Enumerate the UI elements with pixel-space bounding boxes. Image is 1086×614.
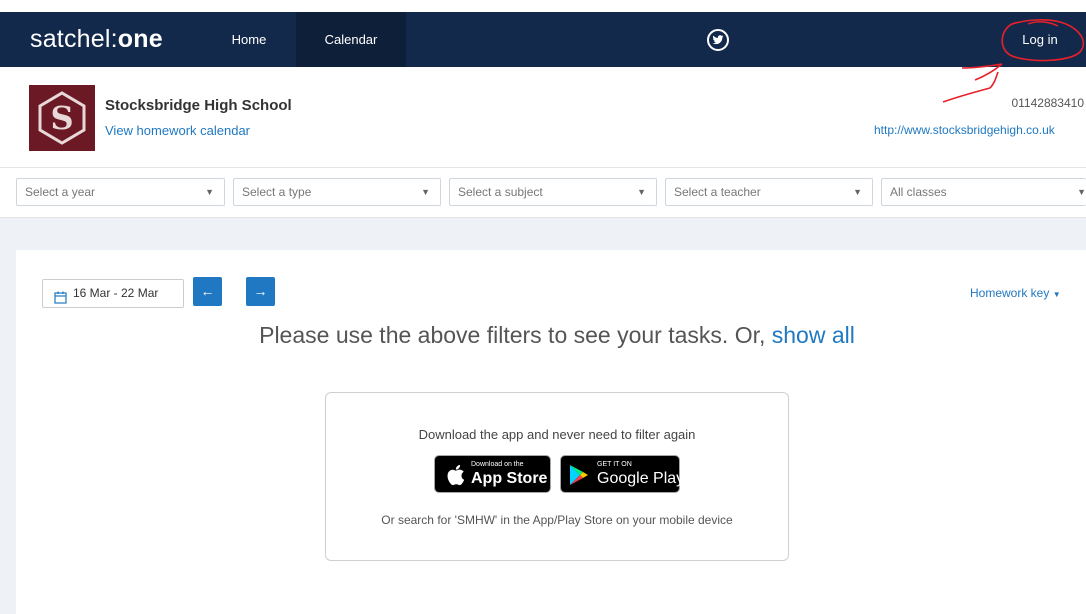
homework-key-label: Homework key [970,286,1050,300]
subject-select[interactable]: Select a subject ▼ [449,178,657,206]
nav-home[interactable]: Home [210,12,288,67]
nav-calendar[interactable]: Calendar [296,12,406,67]
teacher-select-label: Select a teacher [674,185,761,199]
next-week-button[interactable]: → [246,277,275,306]
google-play-badge[interactable]: GET IT ON Google Play [560,455,684,493]
twitter-icon[interactable] [707,29,729,51]
apple-icon [447,464,465,486]
brand-bold: one [117,25,163,53]
filter-prompt: Please use the above filters to see your… [0,322,1086,349]
calendar-icon [54,287,67,314]
view-homework-calendar-link[interactable]: View homework calendar [105,123,250,138]
brand-plain: satchel: [30,25,118,53]
school-header: S Stocksbridge High School View homework… [0,67,1086,168]
classes-select-label: All classes [890,185,947,199]
caret-down-icon: ▼ [1052,290,1061,299]
filter-prompt-text: Please use the above filters to see your… [259,322,766,348]
app-store-big-text: App Store [471,470,548,487]
school-logo: S [29,85,95,151]
subject-select-label: Select a subject [458,185,543,199]
chevron-down-icon: ▼ [421,187,430,197]
year-select[interactable]: Select a year ▼ [16,178,225,206]
google-play-small-text: GET IT ON [597,461,632,468]
top-nav [0,12,1086,67]
school-name: Stocksbridge High School [105,97,292,114]
google-play-big-text: Google Play [597,470,685,487]
date-range-label: 16 Mar - 22 Mar [73,286,159,300]
brand-logo[interactable]: satchel:one [30,24,163,54]
previous-week-button[interactable]: ← [193,277,222,306]
app-promo-card: Download the app and never need to filte… [325,392,789,561]
type-select[interactable]: Select a type ▼ [233,178,441,206]
show-all-link[interactable]: show all [772,322,855,348]
school-website-link[interactable]: http://www.stocksbridgehigh.co.uk [874,123,1055,137]
google-play-icon [570,465,588,485]
date-range-picker[interactable]: 16 Mar - 22 Mar [42,279,184,308]
top-strip [0,0,1086,12]
chevron-down-icon: ▼ [853,187,862,197]
chevron-down-icon: ▼ [637,187,646,197]
classes-select[interactable]: All classes ▼ [881,178,1086,206]
teacher-select[interactable]: Select a teacher ▼ [665,178,873,206]
year-select-label: Select a year [25,185,96,199]
arrow-right-icon: → [253,283,268,299]
svg-text:S: S [50,99,73,137]
type-select-label: Select a type [242,185,312,199]
app-store-badge[interactable]: Download on the App Store [434,455,551,493]
app-store-small-text: Download on the [471,461,524,468]
school-phone: 01142883410 [1011,96,1084,110]
homework-key-dropdown[interactable]: Homework key ▼ [970,286,1061,300]
login-button[interactable]: Log in [1008,26,1072,54]
filter-bar: Select a year ▼ Select a type ▼ Select a… [0,168,1086,218]
chevron-down-icon: ▼ [1077,187,1086,197]
app-promo-headline: Download the app and never need to filte… [418,427,696,442]
chevron-down-icon: ▼ [205,187,214,197]
arrow-left-icon: ← [200,283,215,299]
app-promo-hint: Or search for 'SMHW' in the App/Play Sto… [381,513,733,527]
